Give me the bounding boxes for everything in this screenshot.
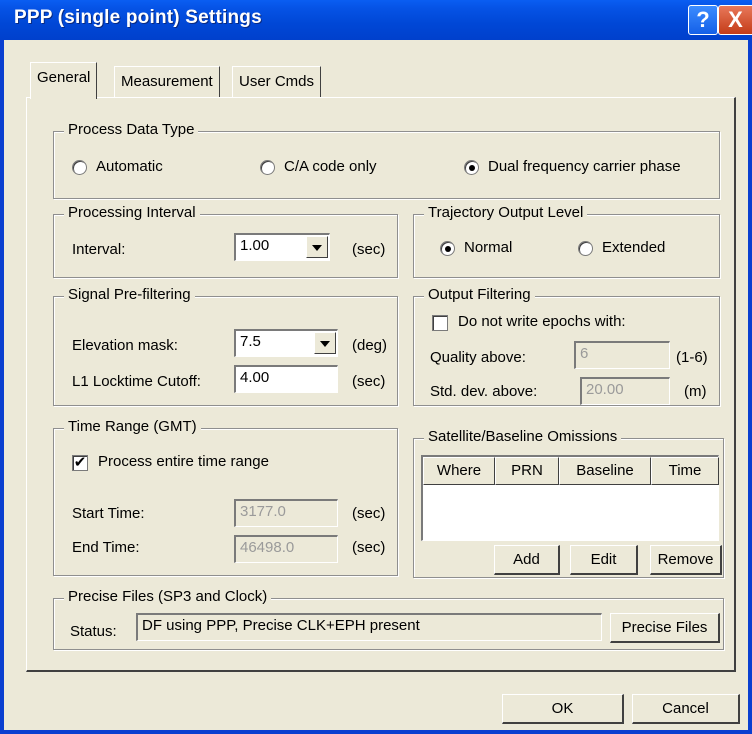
radio-label-ca-code-only: C/A code only — [284, 158, 377, 175]
start-time-input[interactable]: 3177.0 — [234, 499, 338, 527]
interval-value: 1.00 — [240, 237, 270, 254]
start-time-value: 3177.0 — [240, 503, 286, 520]
add-button[interactable]: Add — [494, 545, 560, 575]
radio-normal[interactable] — [440, 241, 455, 256]
radio-ca-code-only[interactable] — [260, 160, 275, 175]
chevron-down-icon[interactable] — [306, 236, 328, 258]
edit-button[interactable]: Edit — [570, 545, 638, 575]
group-trajectory-output: Trajectory Output Level Normal Extended — [413, 204, 720, 278]
end-time-value: 46498.0 — [240, 539, 295, 556]
interval-unit: (sec) — [352, 241, 386, 258]
group-precise-files: Precise Files (SP3 and Clock) Status: DF… — [53, 588, 724, 650]
interval-select[interactable]: 1.00 — [234, 233, 330, 261]
group-title: Process Data Type — [64, 121, 199, 138]
start-time-unit: (sec) — [352, 505, 386, 522]
status-label: Status: — [70, 623, 117, 640]
end-time-unit: (sec) — [352, 539, 386, 556]
elevation-value: 7.5 — [240, 333, 261, 350]
column-header-time[interactable]: Time — [651, 457, 719, 485]
radio-label-automatic: Automatic — [96, 158, 163, 175]
quality-value: 6 — [580, 345, 589, 362]
omissions-list[interactable]: Where PRN Baseline Time — [421, 455, 719, 541]
end-time-label: End Time: — [72, 539, 140, 556]
tab-general[interactable]: General — [30, 62, 98, 99]
stddev-value: 20.00 — [586, 381, 624, 398]
remove-button[interactable]: Remove — [650, 545, 722, 575]
cancel-button[interactable]: Cancel — [632, 694, 740, 724]
group-processing-interval: Processing Interval Interval: 1.00 (sec) — [53, 204, 398, 278]
stddev-input[interactable]: 20.00 — [580, 377, 670, 405]
group-process-data-type: Process Data Type Automatic C/A code onl… — [53, 121, 720, 199]
help-icon[interactable]: ? — [688, 5, 718, 35]
group-title: Precise Files (SP3 and Clock) — [64, 588, 272, 605]
radio-label-extended: Extended — [602, 239, 666, 256]
quality-label: Quality above: — [430, 349, 526, 366]
group-title: Output Filtering — [424, 286, 535, 303]
quality-unit: (1-6) — [676, 349, 708, 366]
group-omissions: Satellite/Baseline Omissions Where PRN B… — [413, 428, 724, 578]
radio-dual-frequency[interactable] — [464, 160, 479, 175]
close-icon[interactable]: X — [718, 5, 752, 35]
column-header-prn[interactable]: PRN — [495, 457, 559, 485]
start-time-label: Start Time: — [72, 505, 145, 522]
window-title: PPP (single point) Settings — [14, 7, 262, 28]
locktime-label: L1 Locktime Cutoff: — [72, 373, 201, 390]
quality-input[interactable]: 6 — [574, 341, 670, 369]
group-output-filtering: Output Filtering Do not write epochs wit… — [413, 286, 720, 406]
ok-button[interactable]: OK — [502, 694, 624, 724]
column-header-where[interactable]: Where — [423, 457, 495, 485]
radio-automatic[interactable] — [72, 160, 87, 175]
checkbox-process-entire-range[interactable]: ✔ — [72, 455, 88, 471]
column-header-baseline[interactable]: Baseline — [559, 457, 651, 485]
chevron-down-icon[interactable] — [314, 332, 336, 354]
group-title: Time Range (GMT) — [64, 418, 201, 435]
group-title: Trajectory Output Level — [424, 204, 588, 221]
tab-user-cmds[interactable]: User Cmds — [232, 66, 322, 98]
title-bar[interactable]: PPP (single point) Settings ? X — [0, 0, 752, 40]
group-title: Satellite/Baseline Omissions — [424, 428, 622, 445]
checkbox-do-not-write-epochs[interactable] — [432, 315, 448, 331]
group-title: Processing Interval — [64, 204, 200, 221]
radio-extended[interactable] — [578, 241, 593, 256]
checkbox-label-process-entire: Process entire time range — [98, 453, 269, 470]
end-time-input[interactable]: 46498.0 — [234, 535, 338, 563]
elevation-unit: (deg) — [352, 337, 388, 354]
stddev-unit: (m) — [684, 383, 707, 400]
elevation-select[interactable]: 7.5 — [234, 329, 338, 357]
group-title: Signal Pre-filtering — [64, 286, 195, 303]
locktime-unit: (sec) — [352, 373, 386, 390]
tab-panel-general: Process Data Type Automatic C/A code onl… — [26, 97, 736, 672]
locktime-input[interactable]: 4.00 — [234, 365, 338, 393]
precise-files-button[interactable]: Precise Files — [610, 613, 720, 643]
locktime-value: 4.00 — [240, 369, 270, 386]
elevation-label: Elevation mask: — [72, 337, 178, 354]
status-value: DF using PPP, Precise CLK+EPH present — [142, 617, 420, 634]
group-time-range: Time Range (GMT) ✔ Process entire time r… — [53, 418, 398, 576]
tab-measurement[interactable]: Measurement — [114, 66, 220, 98]
group-signal-prefiltering: Signal Pre-filtering Elevation mask: 7.5… — [53, 286, 398, 406]
radio-label-normal: Normal — [464, 239, 513, 256]
status-field: DF using PPP, Precise CLK+EPH present — [136, 613, 602, 641]
stddev-label: Std. dev. above: — [430, 383, 538, 400]
checkbox-label-do-not-write: Do not write epochs with: — [458, 313, 626, 330]
interval-label: Interval: — [72, 241, 126, 258]
radio-label-dual-frequency: Dual frequency carrier phase — [488, 158, 681, 175]
settings-dialog: PPP (single point) Settings ? X General … — [0, 0, 752, 734]
